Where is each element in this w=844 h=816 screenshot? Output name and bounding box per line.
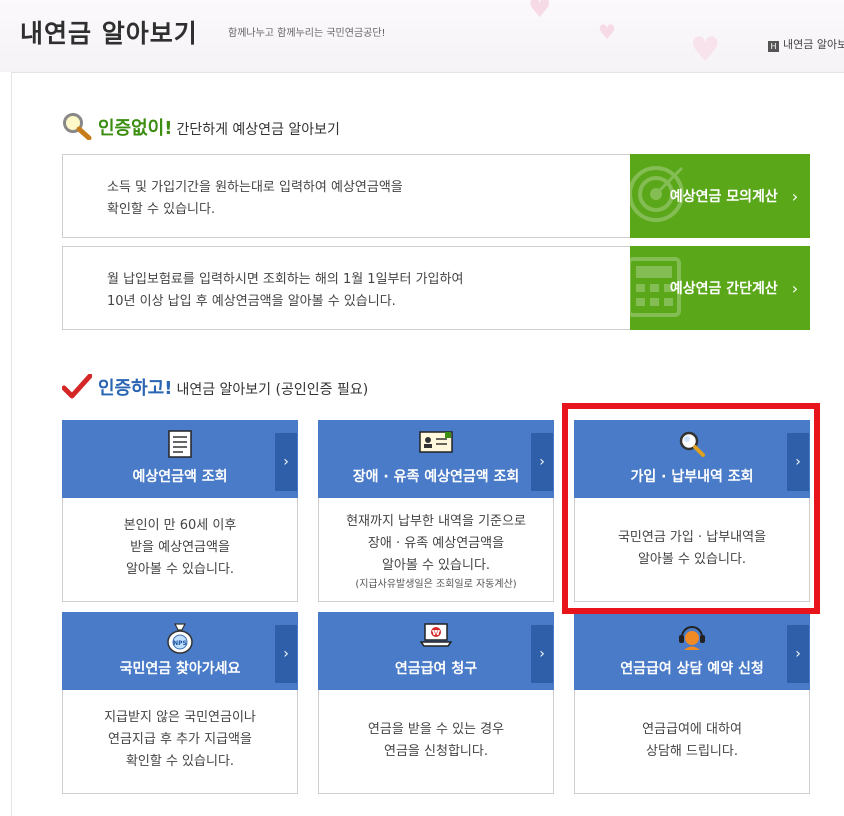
section-no-cert-rest: 간단하게 예상연금 알아보기: [176, 122, 340, 138]
breadcrumb[interactable]: H 내연금 알아보: [768, 36, 844, 52]
card-desc-line: 장애 · 유족 예상연금액을: [367, 536, 505, 551]
desc-line: 월 납입보험료를 입력하시면 조회하는 해의 1월 1일부터 가입하여: [107, 272, 464, 287]
chevron-right-icon[interactable]: ›: [531, 625, 553, 683]
card-desc-line: 연금을 신청합니다.: [384, 744, 488, 759]
chevron-right-icon: ›: [791, 186, 799, 206]
section-cert-title: 인증하고! 내연금 알아보기 (공인인증 필요): [61, 373, 369, 404]
simulation-calc-description: 소득 및 가입기간을 원하는대로 입력하여 예상연금액을 확인할 수 있습니다.: [107, 177, 403, 221]
laptop-won-icon: ₩: [419, 622, 453, 652]
heart-decoration-icon: ♥: [528, 0, 552, 24]
card-description: 연금을 받을 수 있는 경우 연금을 신청합니다.: [319, 719, 553, 763]
page-header: ♥ ♥ ♥ 내연금 알아보기 함께나누고 함께누리는 국민연금공단! H 내연금 …: [0, 0, 844, 72]
chevron-right-icon[interactable]: ›: [275, 625, 297, 683]
card-desc-line: 알아볼 수 있습니다.: [637, 552, 747, 567]
heart-decoration-icon: ♥: [690, 30, 721, 70]
simple-calc-label: 예상연금 간단계산: [669, 281, 778, 297]
card-desc-line: 확인할 수 있습니다.: [125, 754, 235, 769]
card-desc-line: 본인이 만 60세 이후: [123, 518, 237, 533]
card-benefit-claim[interactable]: ₩ 연금급여 청구 › 연금을 받을 수 있는 경우 연금을 신청합니다.: [318, 612, 554, 794]
simple-calc-button[interactable]: 예상연금 간단계산 ›: [630, 246, 810, 330]
desc-line: 10년 이상 납입 후 예상연금액을 알아볼 수 있습니다.: [107, 294, 396, 309]
card-consultation-booking[interactable]: 연금급여 상담 예약 신청 › 연금급여에 대하여 상담해 드립니다.: [574, 612, 810, 794]
card-description: 지급받지 않은 국민연금이나 연금지급 후 추가 지급액을 확인할 수 있습니다…: [63, 707, 297, 773]
header-slogan: 함께나누고 함께누리는 국민연금공단!: [228, 28, 386, 39]
home-icon: H: [768, 41, 779, 52]
section-cert-accent: 인증하고!: [98, 378, 173, 399]
card-expected-pension[interactable]: 예상연금액 조회 › 본인이 만 60세 이후 받을 예상연금액을 알아볼 수 …: [62, 420, 298, 602]
card-title: 장애 · 유족 예상연금액 조회: [352, 469, 520, 485]
card-title: 국민연금 찾아가세요: [119, 661, 241, 677]
card-description: 국민연금 가입 · 납부내역을 알아볼 수 있습니다.: [575, 527, 809, 571]
headset-agent-icon: [676, 622, 708, 656]
card-subscription-payment[interactable]: 가입 · 납부내역 조회 › 국민연금 가입 · 납부내역을 알아볼 수 있습니…: [574, 420, 810, 602]
card-desc-line: 상담해 드립니다.: [646, 744, 738, 759]
simple-calc-description: 월 납입보험료를 입력하시면 조회하는 해의 1월 1일부터 가입하여 10년 …: [107, 269, 463, 313]
card-desc-line: 현재까지 납부한 내역을 기준으로: [346, 514, 526, 529]
simulation-calc-label: 예상연금 모의계산: [669, 189, 778, 205]
card-header: ₩ 연금급여 청구: [318, 612, 554, 690]
svg-text:₩: ₩: [432, 629, 440, 637]
card-desc-line: 알아볼 수 있습니다.: [125, 562, 235, 577]
card-note: (지급사유발생일은 조회일로 자동계산): [355, 579, 517, 590]
card-description: 연금급여에 대하여 상담해 드립니다.: [575, 719, 809, 763]
magnifier-icon: [678, 430, 706, 462]
section-cert-rest: 내연금 알아보기 (공인인증 필요): [176, 382, 369, 398]
chevron-right-icon[interactable]: ›: [787, 433, 809, 491]
chevron-right-icon[interactable]: ›: [275, 433, 297, 491]
svg-text:NPS: NPS: [173, 640, 187, 647]
card-desc-line: 연금급여에 대하여: [642, 722, 742, 737]
card-desc-line: 국민연금 가입 · 납부내역을: [617, 530, 767, 545]
card-title: 연금급여 상담 예약 신청: [620, 661, 764, 677]
simulation-calc-row: 소득 및 가입기간을 원하는대로 입력하여 예상연금액을 확인할 수 있습니다.…: [62, 154, 810, 238]
card-desc-line: 알아볼 수 있습니다.: [381, 558, 491, 573]
card-header: 연금급여 상담 예약 신청: [574, 612, 810, 690]
card-desc-line: 받을 예상연금액을: [130, 540, 230, 555]
card-title: 연금급여 청구: [394, 661, 478, 677]
magnifier-icon: [62, 112, 92, 144]
nps-pouch-icon: NPS: [166, 622, 194, 658]
section-no-cert-accent: 인증없이!: [98, 118, 173, 139]
card-title: 예상연금액 조회: [132, 469, 228, 485]
card-desc-line: 지급받지 않은 국민연금이나: [104, 710, 256, 725]
card-disability-survivor[interactable]: 장애 · 유족 예상연금액 조회 › 현재까지 납부한 내역을 기준으로 장애 …: [318, 420, 554, 602]
card-header: 예상연금액 조회: [62, 420, 298, 498]
card-find-pension[interactable]: NPS 국민연금 찾아가세요 › 지급받지 않은 국민연금이나 연금지급 후 추…: [62, 612, 298, 794]
simulation-calc-button[interactable]: 예상연금 모의계산 ›: [630, 154, 810, 238]
chevron-right-icon: ›: [791, 278, 799, 298]
card-desc-line: 연금지급 후 추가 지급액을: [108, 732, 252, 747]
desc-line: 소득 및 가입기간을 원하는대로 입력하여 예상연금액을: [107, 180, 403, 195]
card-desc-line: 연금을 받을 수 있는 경우: [367, 722, 505, 737]
section-no-cert-title: 인증없이! 간단하게 예상연금 알아보기: [62, 112, 340, 144]
chevron-right-icon[interactable]: ›: [787, 625, 809, 683]
heart-decoration-icon: ♥: [598, 20, 616, 44]
chevron-right-icon[interactable]: ›: [531, 433, 553, 491]
breadcrumb-label: 내연금 알아보: [783, 38, 844, 51]
id-card-icon: [419, 430, 453, 458]
checkmark-icon: [61, 373, 93, 404]
card-description: 현재까지 납부한 내역을 기준으로 장애 · 유족 예상연금액을 알아볼 수 있…: [319, 511, 553, 593]
card-header: NPS 국민연금 찾아가세요: [62, 612, 298, 690]
simple-calc-row: 월 납입보험료를 입력하시면 조회하는 해의 1월 1일부터 가입하여 10년 …: [62, 246, 810, 330]
card-header: 장애 · 유족 예상연금액 조회: [318, 420, 554, 498]
card-title: 가입 · 납부내역 조회: [630, 469, 754, 485]
page-title: 내연금 알아보기: [20, 19, 198, 48]
document-list-icon: [167, 430, 193, 462]
card-description: 본인이 만 60세 이후 받을 예상연금액을 알아볼 수 있습니다.: [63, 515, 297, 581]
desc-line: 확인할 수 있습니다.: [107, 202, 216, 217]
card-header: 가입 · 납부내역 조회: [574, 420, 810, 498]
